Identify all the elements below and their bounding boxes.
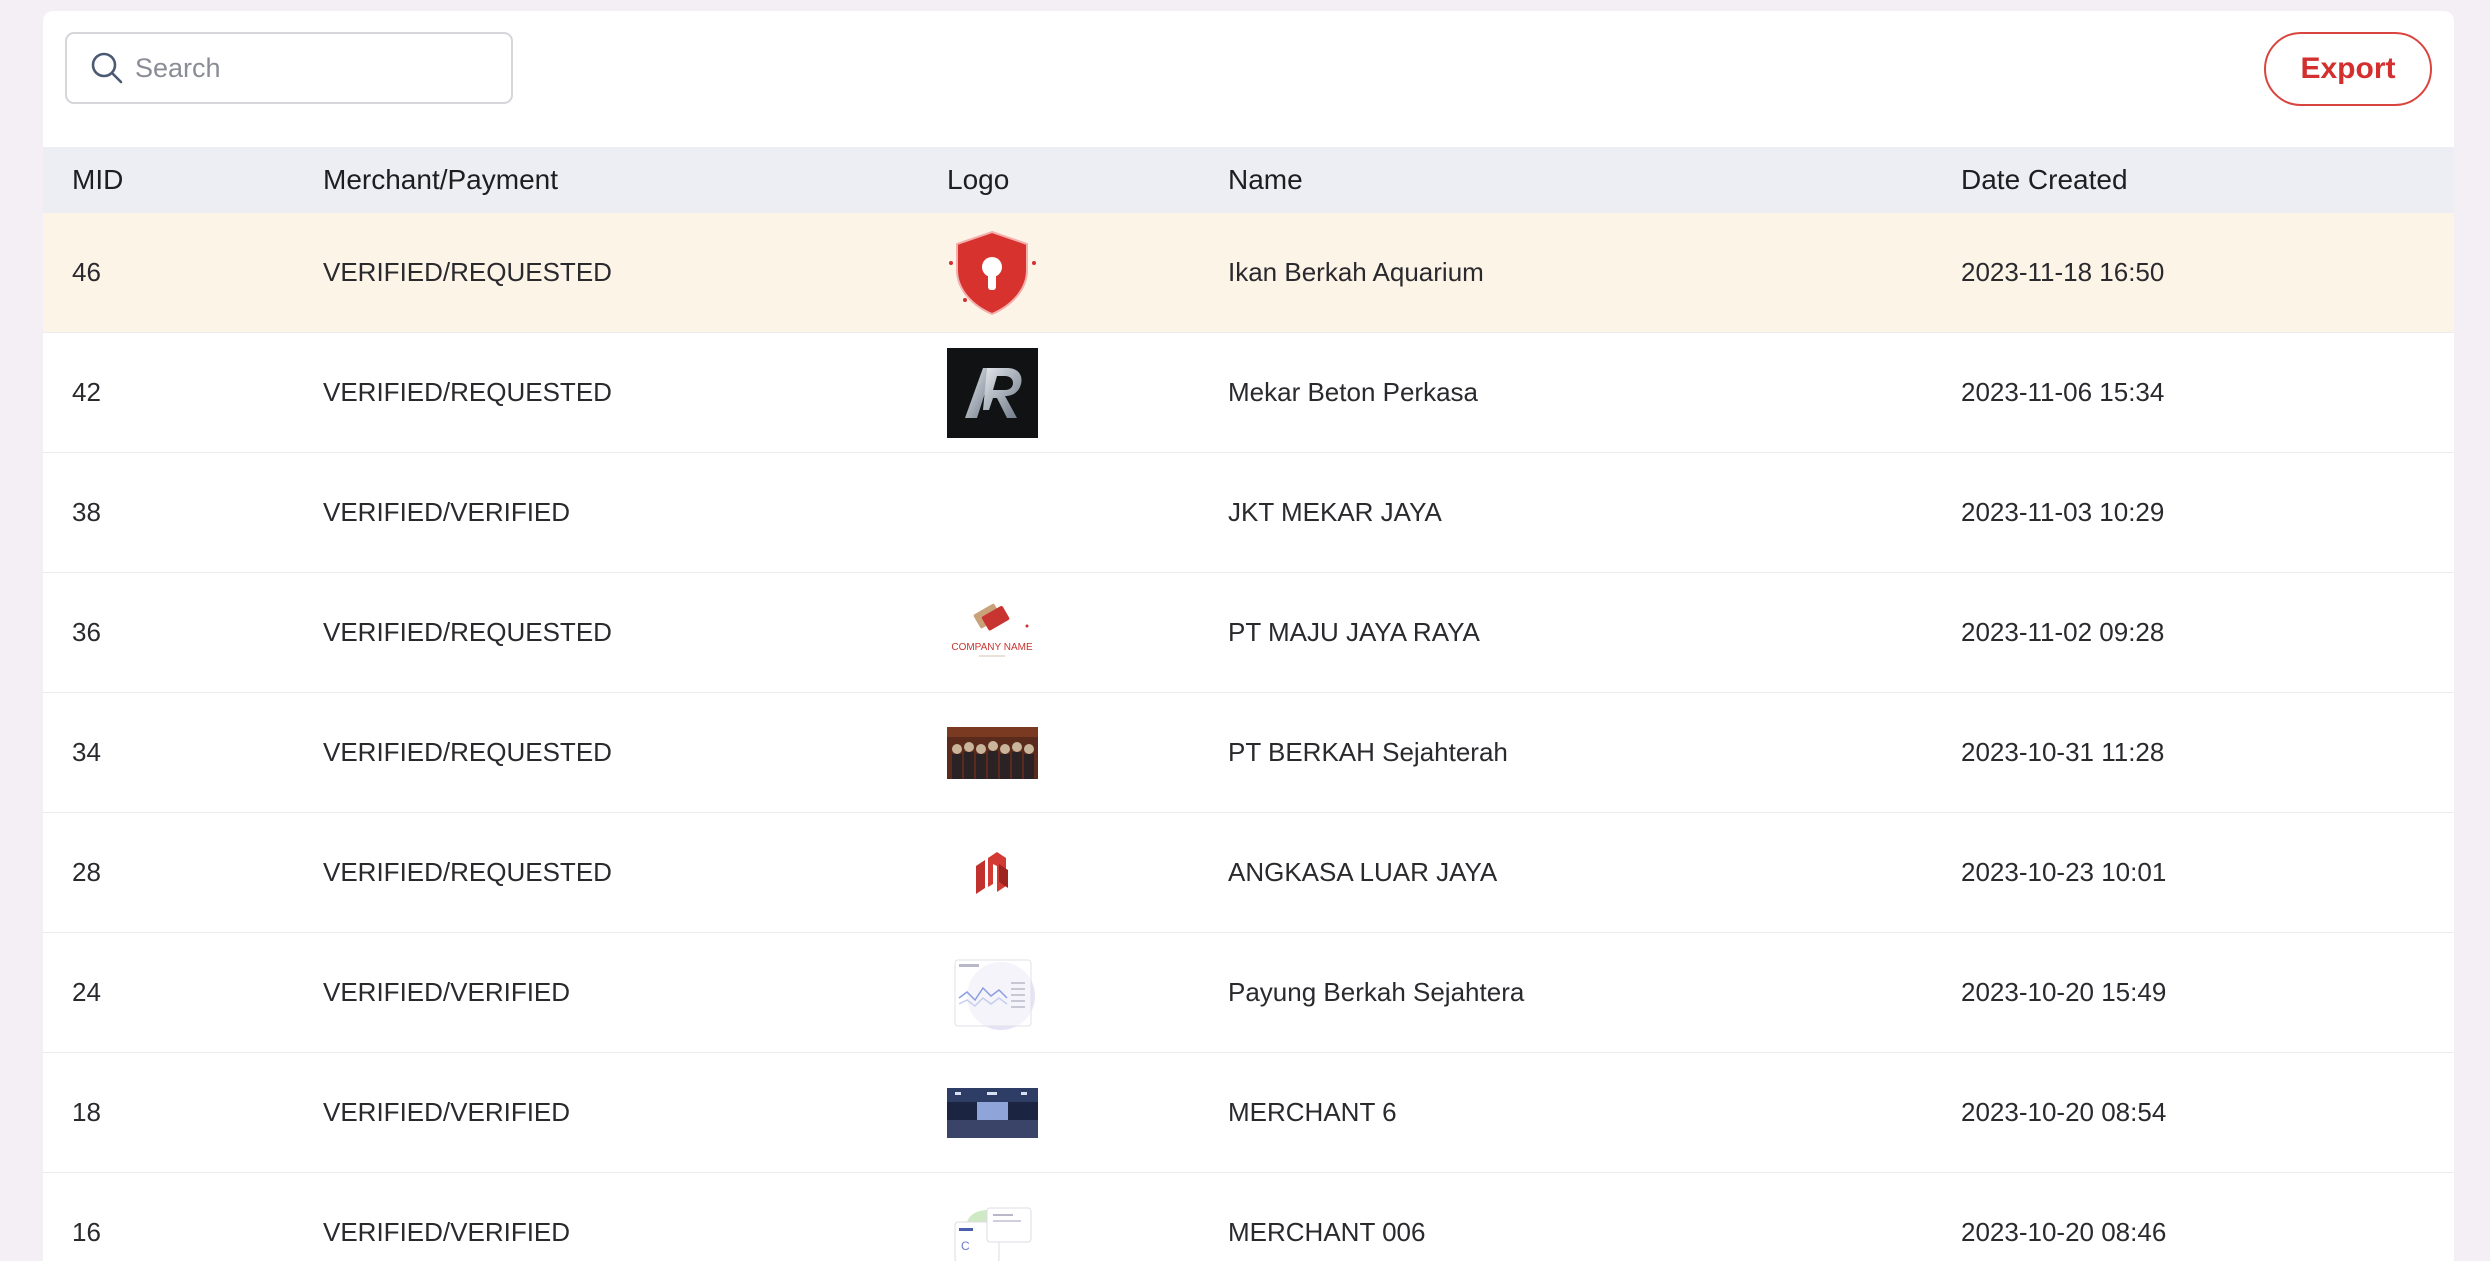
cell-date: 2023-11-18 16:50: [1961, 213, 2454, 333]
cell-mid: 24: [43, 933, 323, 1053]
cell-mid: 42: [43, 333, 323, 453]
cell-logo: [947, 813, 1228, 933]
cell-logo: [947, 213, 1228, 333]
cell-date: 2023-11-03 10:29: [1961, 453, 2454, 573]
cell-mid: 46: [43, 213, 323, 333]
table-row[interactable]: 18 VERIFIED/VERIFIED MERCHANT 6 202: [43, 1053, 2454, 1173]
column-header-mid[interactable]: MID: [43, 147, 323, 213]
cell-name: PT BERKAH Sejahterah: [1228, 693, 1961, 813]
cell-status: VERIFIED/REQUESTED: [323, 213, 947, 333]
merchant-logo-image: [947, 228, 1038, 318]
cell-mid: 36: [43, 573, 323, 693]
search-box[interactable]: [65, 32, 513, 104]
svg-text:C: C: [961, 1239, 970, 1253]
cell-mid: 28: [43, 813, 323, 933]
toolbar: Export: [43, 11, 2454, 147]
cell-name: Mekar Beton Perkasa: [1228, 333, 1961, 453]
svg-text:COMPANY NAME: COMPANY NAME: [951, 642, 1033, 653]
table-row[interactable]: 28 VERIFIED/REQUESTED ANGKASA LUAR JAYA …: [43, 813, 2454, 933]
cell-name: Ikan Berkah Aquarium: [1228, 213, 1961, 333]
cell-date: 2023-10-20 08:54: [1961, 1053, 2454, 1173]
merchant-logo-image: [947, 828, 1038, 918]
cell-logo: [947, 693, 1228, 813]
table-row[interactable]: 42 VERIFIED/REQUESTED: [43, 333, 2454, 453]
merchant-logo-image: [947, 948, 1038, 1038]
cell-name: JKT MEKAR JAYA: [1228, 453, 1961, 573]
cell-status: VERIFIED/VERIFIED: [323, 453, 947, 573]
cell-name: MERCHANT 006: [1228, 1173, 1961, 1261]
cell-status: VERIFIED/REQUESTED: [323, 693, 947, 813]
cell-logo: C: [947, 1173, 1228, 1261]
cell-date: 2023-10-31 11:28: [1961, 693, 2454, 813]
merchant-logo-image: [947, 708, 1038, 798]
merchant-logo-image: [947, 1068, 1038, 1158]
column-header-merchant-payment[interactable]: Merchant/Payment: [323, 147, 947, 213]
cell-logo: COMPANY NAME: [947, 573, 1228, 693]
cell-date: 2023-11-06 15:34: [1961, 333, 2454, 453]
cell-name: MERCHANT 6: [1228, 1053, 1961, 1173]
merchant-logo-image: [947, 348, 1038, 438]
cell-logo: [947, 933, 1228, 1053]
cell-date: 2023-10-20 15:49: [1961, 933, 2454, 1053]
merchant-table: MID Merchant/Payment Logo Name Date Crea…: [43, 147, 2454, 1261]
table-row[interactable]: 38 VERIFIED/VERIFIED JKT MEKAR JAYA 2023…: [43, 453, 2454, 573]
cell-status: VERIFIED/REQUESTED: [323, 573, 947, 693]
cell-date: 2023-10-23 10:01: [1961, 813, 2454, 933]
cell-status: VERIFIED/REQUESTED: [323, 333, 947, 453]
cell-status: VERIFIED/VERIFIED: [323, 1173, 947, 1261]
cell-logo: [947, 1053, 1228, 1173]
column-header-name[interactable]: Name: [1228, 147, 1961, 213]
column-header-date-created[interactable]: Date Created: [1961, 147, 2454, 213]
search-input[interactable]: [133, 52, 477, 85]
table-row[interactable]: 16 VERIFIED/VERIFIED C: [43, 1173, 2454, 1261]
column-header-logo[interactable]: Logo: [947, 147, 1228, 213]
merchant-list-card: Export MID Merchant/Payment Logo Name Da…: [43, 11, 2454, 1261]
cell-date: 2023-11-02 09:28: [1961, 573, 2454, 693]
cell-name: PT MAJU JAYA RAYA: [1228, 573, 1961, 693]
cell-mid: 18: [43, 1053, 323, 1173]
cell-name: Payung Berkah Sejahtera: [1228, 933, 1961, 1053]
cell-mid: 16: [43, 1173, 323, 1261]
cell-status: VERIFIED/VERIFIED: [323, 1053, 947, 1173]
cell-logo: [947, 453, 1228, 573]
cell-name: ANGKASA LUAR JAYA: [1228, 813, 1961, 933]
export-button[interactable]: Export: [2264, 32, 2432, 106]
merchant-logo-image: COMPANY NAME: [947, 588, 1038, 678]
table-row[interactable]: 34 VERIFIED/REQUESTED: [43, 693, 2454, 813]
cell-status: VERIFIED/REQUESTED: [323, 813, 947, 933]
search-icon: [89, 50, 125, 86]
table-row[interactable]: 46 VERIFIED/REQUESTED Ikan Berkah Aquari…: [43, 213, 2454, 333]
cell-date: 2023-10-20 08:46: [1961, 1173, 2454, 1261]
table-header-row: MID Merchant/Payment Logo Name Date Crea…: [43, 147, 2454, 213]
cell-mid: 34: [43, 693, 323, 813]
table-row[interactable]: 24 VERIFIED/VERIFIED Payung: [43, 933, 2454, 1053]
cell-mid: 38: [43, 453, 323, 573]
cell-logo: [947, 333, 1228, 453]
table-row[interactable]: 36 VERIFIED/REQUESTED COMPANY NAME: [43, 573, 2454, 693]
cell-status: VERIFIED/VERIFIED: [323, 933, 947, 1053]
